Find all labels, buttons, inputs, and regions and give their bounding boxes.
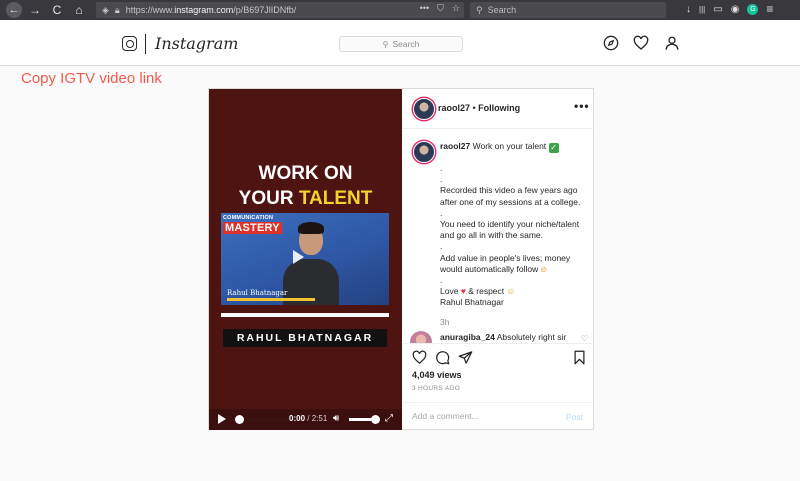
page-actions-icon[interactable]: ••• — [420, 3, 429, 14]
pocket-icon[interactable]: ⛉ — [437, 3, 444, 14]
post-sidebar: raool27 • Following ••• raool27 Work on … — [402, 89, 594, 430]
library-icon[interactable]: ||| — [699, 5, 705, 14]
video-thumbnail[interactable]: COMMUNICATION MASTERY Rahul Bhatnagar — [221, 213, 389, 305]
address-bar[interactable]: ◈ 🔒︎ https://www.instagram.com/p/B697JlI… — [96, 2, 464, 18]
fullscreen-icon[interactable]: ⤢ — [385, 413, 393, 424]
downloads-icon[interactable]: ↓ — [686, 4, 691, 15]
search-placeholder: Search — [392, 39, 420, 49]
grammarly-icon[interactable]: G — [747, 3, 759, 15]
browser-toolbar: ← → C ⌂ ◈ 🔒︎ https://www.instagram.com/p… — [0, 0, 800, 20]
search-icon: ⚲ — [382, 39, 389, 49]
shield-icon[interactable]: ◈ — [102, 5, 109, 16]
igtv-video-player[interactable]: WORK ON YOUR TALENT COMMUNICATION MASTER… — [209, 89, 402, 430]
post-timestamp[interactable]: 3 HOURS AGO — [412, 385, 460, 392]
url-text: https://www.instagram.com/p/B697JlIDNfb/ — [125, 5, 297, 15]
post-header: raool27 • Following ••• — [402, 89, 594, 129]
explore-compass-icon[interactable] — [603, 35, 619, 51]
video-title: WORK ON YOUR TALENT — [238, 163, 373, 209]
red-heart-emoji-icon: ♥ — [460, 286, 466, 297]
post-comment-button[interactable]: Post — [566, 412, 583, 422]
reload-button[interactable]: C — [48, 1, 66, 19]
back-button[interactable]: ← — [6, 2, 22, 18]
view-count[interactable]: 4,049 views — [412, 370, 462, 380]
post-caption: raool27 Work on your talent ✓ . . Record… — [440, 141, 581, 308]
more-options-icon[interactable]: ••• — [574, 99, 590, 113]
browser-search-placeholder: Search — [487, 5, 517, 15]
like-heart-icon[interactable] — [412, 350, 427, 365]
menu-icon[interactable]: ≡ — [766, 2, 773, 16]
commenter-username[interactable]: anuragiba_24 — [440, 332, 495, 342]
bookmark-star-icon[interactable]: ☆ — [452, 3, 460, 14]
caption-timestamp[interactable]: 3h — [440, 317, 449, 327]
fire-emoji-icon: 🔥︎ — [540, 263, 547, 274]
add-comment-input[interactable] — [412, 411, 542, 421]
activity-heart-icon[interactable] — [633, 35, 649, 51]
profile-icon[interactable] — [664, 35, 680, 51]
post-actions: 4,049 views 3 HOURS AGO Post — [402, 343, 594, 430]
presenter-name-box: RAHUL BHATNAGAR — [223, 329, 387, 347]
caption-username[interactable]: raool27 — [440, 141, 470, 151]
add-comment-bar: Post — [402, 402, 594, 431]
time-display: 0:00 / 2:51 — [289, 414, 328, 423]
thumbnail-name: Rahul Bhatnagar — [227, 289, 288, 297]
tutorial-caption: Copy IGTV video link — [21, 70, 162, 87]
lock-icon[interactable]: 🔒︎ — [115, 5, 120, 16]
home-button[interactable]: ⌂ — [70, 1, 88, 19]
divider-bar — [221, 313, 389, 317]
account-icon[interactable]: ◉ — [731, 4, 740, 15]
thumbnail-subtitle-bar — [227, 298, 315, 301]
author-follow-line: raool27 • Following — [438, 103, 521, 113]
comment-bubble-icon[interactable] — [435, 350, 450, 365]
seek-handle[interactable] — [235, 415, 244, 424]
search-input[interactable]: ⚲ Search — [339, 36, 463, 52]
commenter-avatar[interactable] — [410, 331, 432, 343]
save-bookmark-icon[interactable] — [573, 350, 586, 365]
volume-icon[interactable]: 🔊︎ — [333, 413, 339, 424]
browser-search-field[interactable]: ⚲ Search — [470, 2, 666, 18]
following-button[interactable]: Following — [478, 103, 520, 113]
communication-mastery-badge: COMMUNICATION MASTERY — [223, 215, 282, 234]
smiling-emoji-icon: ☺ — [506, 286, 516, 297]
thumbnail-play-icon[interactable] — [293, 250, 304, 264]
caption-avatar[interactable] — [413, 141, 435, 163]
volume-handle[interactable] — [371, 415, 380, 424]
instagram-wordmark[interactable]: Instagram — [155, 34, 238, 53]
instagram-camera-icon[interactable] — [122, 36, 137, 51]
author-username[interactable]: raool27 — [438, 103, 470, 113]
forward-button[interactable]: → — [26, 1, 44, 19]
search-icon: ⚲ — [476, 4, 483, 15]
logo-divider — [145, 34, 146, 54]
post-card: WORK ON YOUR TALENT COMMUNICATION MASTER… — [208, 88, 594, 430]
share-paper-plane-icon[interactable] — [458, 350, 473, 365]
play-icon[interactable] — [218, 414, 226, 424]
check-mark-icon: ✓ — [548, 143, 559, 153]
author-avatar[interactable] — [413, 98, 435, 120]
comment-text: Absolutely right sir — [496, 332, 567, 342]
sidebar-icon[interactable]: ▭ — [713, 4, 722, 15]
comment-like-icon[interactable]: ♡ — [581, 334, 588, 343]
instagram-header: Instagram ⚲ Search — [0, 20, 800, 66]
comment-item: anuragiba_24 Absolutely right sir ♡ — [410, 329, 590, 343]
video-controls: 0:00 / 2:51 🔊︎ ⤢ — [209, 409, 402, 430]
